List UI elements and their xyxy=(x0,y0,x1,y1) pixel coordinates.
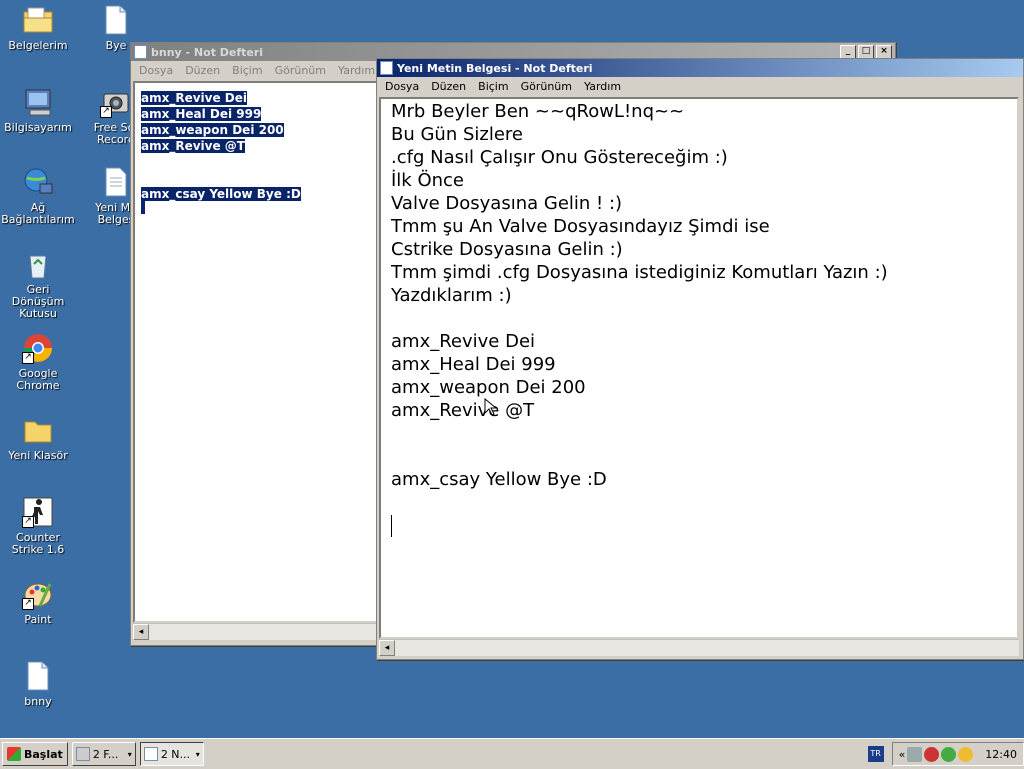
desktop-icon-google-chrome[interactable]: ↗ Google Chrome xyxy=(0,332,76,392)
desktop-icon-counter-strike[interactable]: ↗ Counter Strike 1.6 xyxy=(0,496,76,556)
notepad-icon xyxy=(143,747,158,761)
notepad-window-new-text-document[interactable]: Yeni Metin Belgesi - Not Defteri Dosya D… xyxy=(376,58,1024,660)
start-button[interactable]: Başlat xyxy=(2,742,68,766)
text-cursor xyxy=(391,515,392,537)
desktop-icon-my-computer[interactable]: Bilgisayarım xyxy=(0,86,76,134)
menu-format[interactable]: Biçim xyxy=(226,64,268,77)
mouse-pointer-icon xyxy=(484,398,496,416)
menu-help[interactable]: Yardım xyxy=(578,80,627,93)
text-line: Yazdıklarım :) xyxy=(391,285,512,306)
minimize-button[interactable]: _ xyxy=(840,45,856,59)
counter-strike-icon: ↗ xyxy=(22,496,54,528)
text-line: İlk Önce xyxy=(391,170,465,191)
speaker-icon[interactable] xyxy=(958,746,974,762)
task-label: 2 N... xyxy=(160,747,191,761)
text-line: Valve Dosyasına Gelin ! :) xyxy=(391,193,623,214)
chrome-icon: ↗ xyxy=(22,332,54,364)
window-title: bnny - Not Defteri xyxy=(151,45,264,59)
text-line: Tmm şimdi .cfg Dosyasına istediginiz Kom… xyxy=(391,262,888,283)
text-line: Cstrike Dosyasına Gelin :) xyxy=(391,239,623,260)
windows-logo-icon xyxy=(7,747,21,761)
camera-icon[interactable] xyxy=(907,746,923,762)
security-alert-icon[interactable] xyxy=(924,746,940,762)
text-file-icon xyxy=(100,4,132,36)
paint-icon: ↗ xyxy=(22,578,54,610)
task-label: 2 F... xyxy=(92,747,119,761)
text-line: amx_Revive Dei xyxy=(391,331,536,352)
menu-bar: Dosya Düzen Biçim Görünüm Yardım xyxy=(377,77,1023,95)
scroll-left-button[interactable]: ◂ xyxy=(379,640,395,656)
text-line xyxy=(391,308,1007,331)
desktop-icon-paint[interactable]: ↗ Paint xyxy=(0,578,76,626)
shortcut-arrow-icon: ↗ xyxy=(22,598,34,610)
checkmark-icon[interactable] xyxy=(941,746,957,762)
desktop-icon-my-documents[interactable]: Belgelerim xyxy=(0,4,76,52)
menu-view[interactable]: Görünüm xyxy=(269,64,332,77)
taskbar: Başlat 2 F... ▾ 2 N... ▾ TR « 12:40 xyxy=(0,738,1024,769)
menu-help[interactable]: Yardım xyxy=(332,64,381,77)
text-line xyxy=(391,423,1007,446)
taskbar-group-free-screen-recorder[interactable]: 2 F... ▾ xyxy=(71,742,136,766)
text-line: Tmm şu An Valve Dosyasındayız Şimdi ise xyxy=(391,216,770,237)
desktop: { "desktop": { "icons": [ {"label":"Belg… xyxy=(0,0,1024,769)
text-line: amx_csay Yellow Bye :D xyxy=(391,469,607,490)
text-area[interactable]: Mrb Beyler Ben ~~qRowL!nq~~ Bu Gün Sizle… xyxy=(379,97,1019,639)
horizontal-scrollbar[interactable]: ◂ xyxy=(379,639,1019,656)
network-icon xyxy=(22,166,54,198)
desktop-icon-new-folder[interactable]: Yeni Klasör xyxy=(0,414,76,462)
desktop-icon-recycle-bin[interactable]: Geri Dönüşüm Kutusu xyxy=(0,248,76,320)
title-bar[interactable]: Yeni Metin Belgesi - Not Defteri xyxy=(377,59,1023,77)
start-label: Başlat xyxy=(24,747,63,761)
taskbar-group-notepad[interactable]: 2 N... ▾ xyxy=(139,742,204,766)
camera-icon: ↗ xyxy=(100,86,132,118)
notepad-icon xyxy=(134,45,147,59)
menu-edit[interactable]: Düzen xyxy=(425,80,472,93)
menu-format[interactable]: Biçim xyxy=(472,80,514,93)
text-line: .cfg Nasıl Çalışır Onu Göstereceğim :) xyxy=(391,147,728,168)
show-hidden-icons-button[interactable]: « xyxy=(899,748,906,761)
text-line: amx_Revive @T xyxy=(141,139,245,153)
system-tray: TR « 12:40 xyxy=(867,742,1024,766)
maximize-button[interactable]: □ xyxy=(858,45,874,59)
menu-file[interactable]: Dosya xyxy=(379,80,425,93)
language-indicator[interactable]: TR xyxy=(867,746,884,762)
text-cursor xyxy=(141,200,145,214)
clock[interactable]: 12:40 xyxy=(985,748,1017,761)
close-button[interactable]: × xyxy=(876,45,892,59)
menu-view[interactable]: Görünüm xyxy=(515,80,578,93)
menu-edit[interactable]: Düzen xyxy=(179,64,226,77)
desktop-icon-network[interactable]: Ağ Bağlantılarım xyxy=(0,166,76,226)
chevron-down-icon: ▾ xyxy=(127,749,132,759)
camera-icon xyxy=(75,747,90,761)
text-line: Mrb Beyler Ben ~~qRowL!nq~~ xyxy=(391,101,685,122)
text-line: Bu Gün Sizlere xyxy=(391,124,523,145)
notepad-icon xyxy=(380,61,393,75)
text-line: amx_csay Yellow Bye :D xyxy=(141,187,301,201)
scroll-left-button[interactable]: ◂ xyxy=(133,624,149,640)
window-title: Yeni Metin Belgesi - Not Defteri xyxy=(397,61,593,75)
text-line: amx_weapon Dei 200 xyxy=(391,377,586,398)
chevron-down-icon: ▾ xyxy=(195,749,200,759)
notification-area: « 12:40 xyxy=(891,742,1024,766)
folder-icon xyxy=(22,414,54,446)
shortcut-arrow-icon: ↗ xyxy=(22,516,34,528)
text-line: amx_Heal Dei 999 xyxy=(391,354,556,375)
shortcut-arrow-icon: ↗ xyxy=(22,352,34,364)
desktop-icon-bnny[interactable]: bnny xyxy=(0,660,76,708)
recycle-bin-icon xyxy=(22,248,54,280)
text-file-icon xyxy=(100,166,132,198)
my-computer-icon xyxy=(22,86,54,118)
shortcut-arrow-icon: ↗ xyxy=(100,106,112,118)
text-line xyxy=(391,446,1007,469)
text-file-icon xyxy=(22,660,54,692)
my-documents-icon xyxy=(22,4,54,36)
menu-file[interactable]: Dosya xyxy=(133,64,179,77)
